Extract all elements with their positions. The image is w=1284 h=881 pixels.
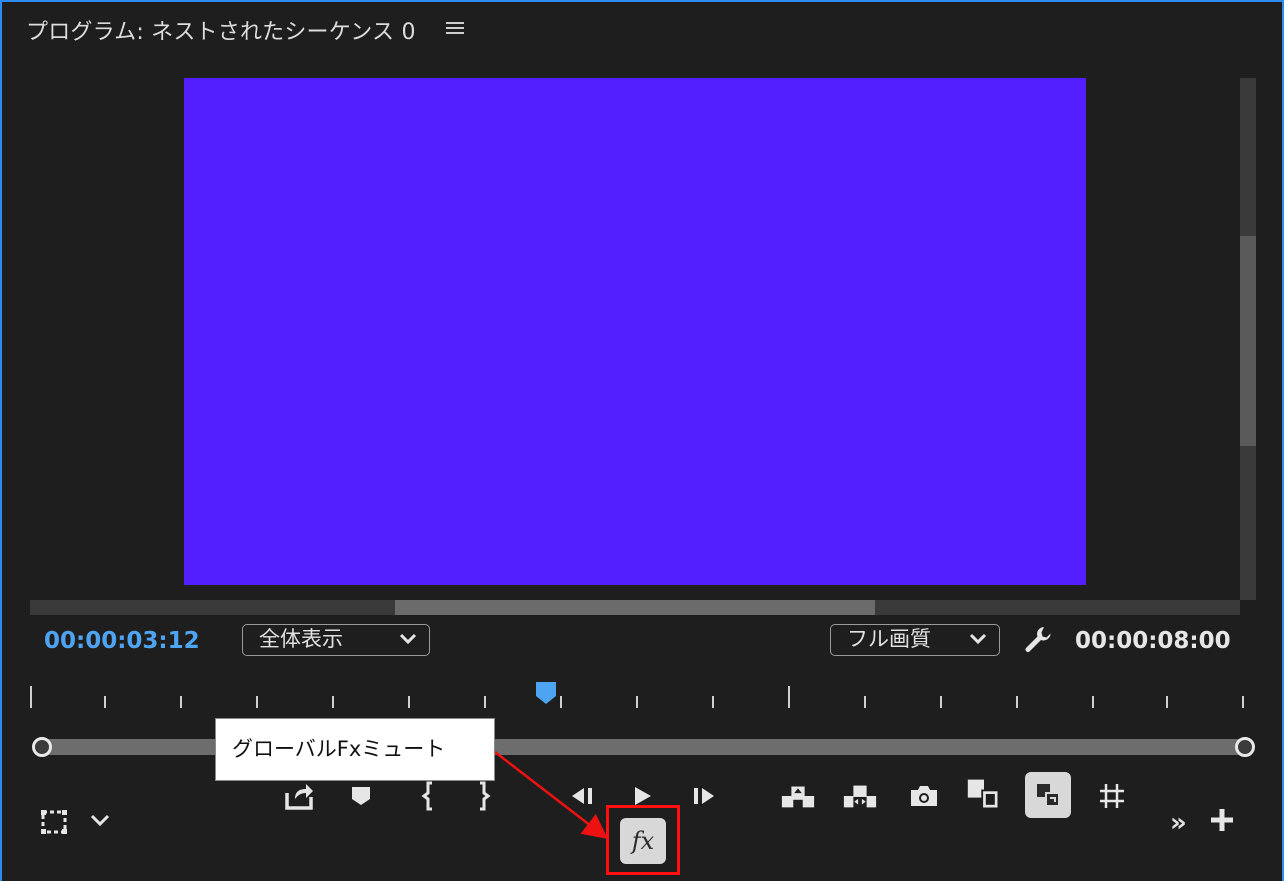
comparison-view-icon[interactable] <box>966 776 1002 812</box>
ruler-tick <box>332 696 334 708</box>
wrench-icon[interactable] <box>1022 624 1054 656</box>
camera-icon[interactable] <box>906 778 942 814</box>
panel-title[interactable]: プログラム: ネストされたシーケンス 0 <box>26 14 416 46</box>
horizontal-scrollbar[interactable] <box>30 600 1240 615</box>
ruler-tick <box>408 696 410 708</box>
playback-resolution-select[interactable]: フル画質 <box>830 624 1000 656</box>
ruler-tick <box>1092 696 1094 708</box>
add-marker-icon[interactable] <box>343 778 379 814</box>
playback-resolution-value: フル画質 <box>847 627 931 651</box>
ruler-tick <box>788 686 790 708</box>
playhead-icon[interactable] <box>534 680 558 706</box>
zoom-level-select[interactable]: 全体表示 <box>242 624 430 656</box>
mark-in-icon[interactable] <box>410 778 446 814</box>
lift-icon[interactable] <box>780 778 816 814</box>
ruler-tick <box>1016 696 1018 708</box>
select-zoom-icon[interactable] <box>36 804 72 840</box>
mark-out-icon[interactable] <box>466 778 502 814</box>
ruler-tick <box>864 696 866 708</box>
vertical-scrollbar-thumb[interactable] <box>1240 236 1256 446</box>
ruler-tick <box>30 686 32 708</box>
highlight-box <box>606 805 680 875</box>
hamburger-icon[interactable] <box>446 17 464 37</box>
safe-margins-icon[interactable] <box>1094 778 1130 814</box>
zoom-level-value: 全体表示 <box>259 627 343 651</box>
ruler-tick <box>1166 696 1168 708</box>
ruler-tick <box>1242 696 1244 708</box>
zoom-handle-left[interactable] <box>32 737 52 757</box>
toggle-proxies-icon[interactable] <box>1025 772 1071 818</box>
overflow-button[interactable]: » <box>1170 808 1187 838</box>
step-forward-icon[interactable] <box>686 778 722 814</box>
chevron-down-icon <box>969 633 987 645</box>
horizontal-scrollbar-thumb[interactable] <box>395 600 875 615</box>
annotation-label: グローバルFxミュート <box>232 737 446 761</box>
ruler-tick <box>940 696 942 708</box>
chevron-down-icon <box>399 633 417 645</box>
duration-timecode: 00:00:08:00 <box>1075 628 1231 654</box>
zoom-handle-right[interactable] <box>1235 737 1255 757</box>
ruler-tick <box>636 696 638 708</box>
time-ruler[interactable] <box>30 680 1250 710</box>
extract-icon[interactable] <box>842 778 878 814</box>
plus-icon[interactable] <box>1206 804 1238 836</box>
export-frame-icon[interactable] <box>281 778 317 814</box>
current-timecode[interactable]: 00:00:03:12 <box>44 628 200 654</box>
ruler-tick <box>712 696 714 708</box>
chevron-down-icon[interactable] <box>82 802 118 838</box>
ruler-tick <box>180 696 182 708</box>
ruler-tick <box>256 696 258 708</box>
vertical-scrollbar[interactable] <box>1240 78 1256 600</box>
video-preview <box>184 78 1086 585</box>
step-back-icon[interactable] <box>564 778 600 814</box>
ruler-tick <box>484 696 486 708</box>
ruler-tick <box>560 696 562 708</box>
annotation-callout: グローバルFxミュート <box>215 718 495 781</box>
ruler-tick <box>104 696 106 708</box>
